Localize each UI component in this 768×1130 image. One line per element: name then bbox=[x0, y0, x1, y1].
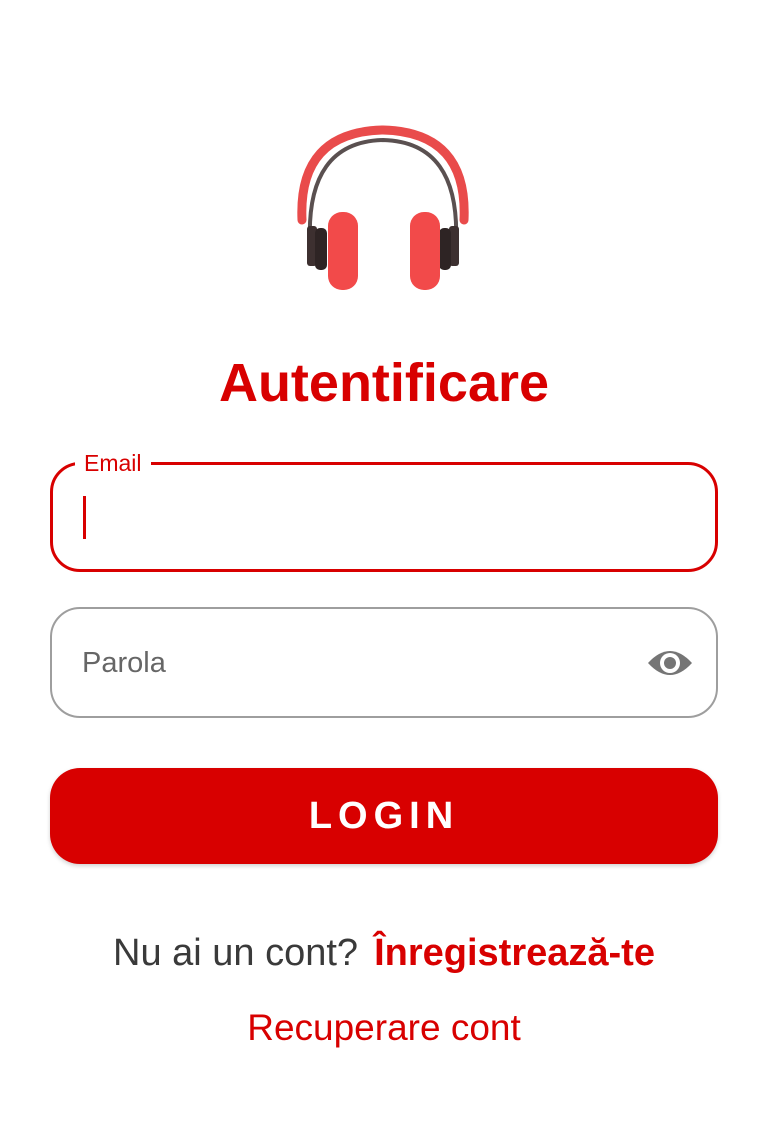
signup-link[interactable]: Înregistrează-te bbox=[374, 932, 655, 974]
page-title: Autentificare bbox=[218, 353, 550, 413]
signup-row: Nu ai un cont? Înregistrează-te bbox=[0, 928, 768, 978]
eye-icon[interactable] bbox=[646, 643, 694, 683]
password-input[interactable] bbox=[82, 639, 622, 687]
recover-account-link[interactable]: Recuperare cont bbox=[0, 1004, 768, 1052]
password-field[interactable] bbox=[50, 607, 718, 718]
headphones-icon bbox=[290, 124, 476, 296]
email-input[interactable] bbox=[83, 495, 643, 541]
text-caret bbox=[83, 496, 86, 539]
email-label: Email bbox=[75, 449, 151, 477]
email-field[interactable]: Email bbox=[50, 449, 718, 572]
login-button[interactable]: LOGIN bbox=[50, 768, 718, 864]
signup-question: Nu ai un cont? bbox=[113, 932, 359, 974]
